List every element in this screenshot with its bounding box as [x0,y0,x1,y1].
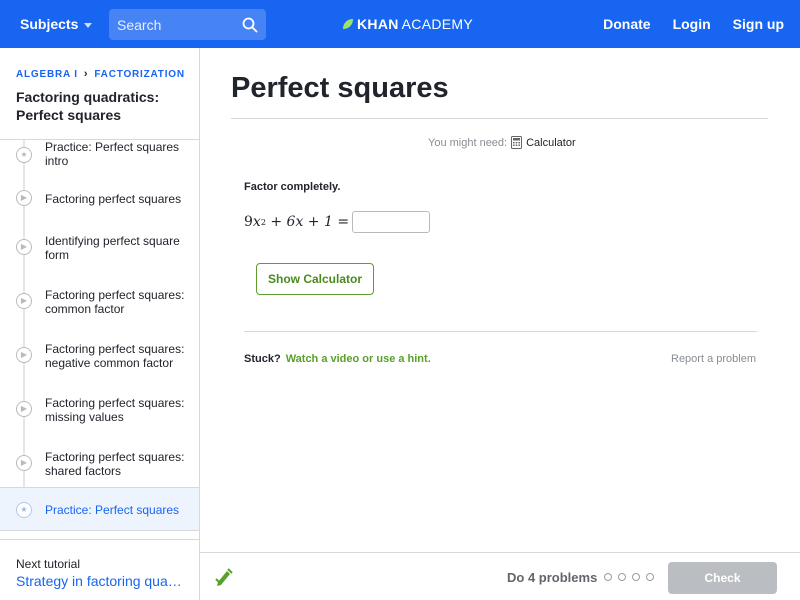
equation: 9x2 + 6x + 1 = [244,211,431,233]
sidebar-item-practice-perfect-squares[interactable]: ★ Practice: Perfect squares [0,487,199,531]
might-need-notice: You might need: Calculator [428,136,576,149]
next-tutorial-link[interactable]: Strategy in factoring quadratics [16,573,186,589]
play-icon: ▶ [16,239,32,255]
sidebar-item-label: Practice: Perfect squares intro [45,140,180,168]
login-link[interactable]: Login [673,16,711,32]
equation-rest: + 6x + 1 = [265,214,350,230]
play-icon: ▶ [16,401,32,417]
calculator-icon [511,136,523,149]
breadcrumb-algebra[interactable]: ALGEBRA I [16,69,78,80]
breadcrumb: ALGEBRA I › FACTORIZATION [16,68,185,80]
search-placeholder: Search [117,16,162,33]
next-tutorial-label: Next tutorial [16,557,81,571]
logo-academy: ACADEMY [401,16,473,32]
do-problems-label: Do 4 problems [507,570,598,585]
play-icon: ▶ [16,347,32,363]
tutorial-item-list: ★ Practice: Perfect squares intro ▶ Fact… [0,140,199,531]
subjects-label: Subjects [20,16,79,32]
chevron-right-icon: › [83,68,89,80]
signup-link[interactable]: Sign up [733,16,784,32]
calculator-link[interactable]: Calculator [526,137,576,149]
sidebar-item-label: Identifying perfect square form [45,234,180,262]
progress-dot [646,573,654,581]
progress-dots [604,573,654,581]
sidebar-item-label: Factoring perfect squares: shared factor… [45,450,185,478]
sidebar-item-practice-intro[interactable]: ★ Practice: Perfect squares intro [0,140,199,180]
question-prompt: Factor completely. [244,181,341,193]
equation-coef: 9 [244,214,253,230]
stuck-help: Stuck? Watch a video or use a hint. [244,353,431,365]
subjects-menu[interactable]: Subjects [20,16,93,32]
leaf-logo-icon [343,19,353,29]
chevron-down-icon [84,22,93,28]
star-icon: ★ [16,147,32,163]
tutorial-sidebar: ALGEBRA I › FACTORIZATION Factoring quad… [0,48,200,600]
might-need-label: You might need: [428,136,508,149]
logo-khan: KHAN [357,16,399,32]
play-icon: ▶ [16,455,32,471]
tutorial-title: Factoring quadratics: Perfect squares [16,89,160,123]
progress-dot [604,573,612,581]
page-title: Perfect squares [231,72,449,104]
sidebar-item-label: Practice: Perfect squares [45,503,180,517]
progress-dot [632,573,640,581]
sidebar-item-negative-common-factor[interactable]: ▶ Factoring perfect squares: negative co… [0,335,199,389]
report-problem-link[interactable]: Report a problem [671,353,756,365]
exercise-panel: Perfect squares You might need: Calculat… [200,48,800,552]
khan-academy-logo[interactable]: KHAN ACADEMY [342,16,473,32]
sidebar-item-label: Factoring perfect squares: common factor [45,288,185,316]
sidebar-item-shared-factors[interactable]: ▶ Factoring perfect squares: shared fact… [0,443,199,487]
hint-link[interactable]: Watch a video or use a hint. [286,353,431,365]
show-calculator-button[interactable]: Show Calculator [256,263,374,295]
exercise-footer: Do 4 problems Check [200,552,800,600]
search-icon[interactable] [242,17,258,33]
answer-input[interactable] [352,211,431,233]
sidebar-item-identifying-form[interactable]: ▶ Identifying perfect square form [0,227,199,281]
divider [0,539,199,540]
check-button[interactable]: Check [668,562,777,594]
progress-dot [618,573,626,581]
donate-link[interactable]: Donate [603,16,650,32]
sidebar-item-label: Factoring perfect squares [45,192,182,206]
sidebar-item-factoring-perfect-squares[interactable]: ▶ Factoring perfect squares [0,180,199,227]
search-input[interactable]: Search [109,9,266,40]
equation-var: x [252,214,261,230]
play-icon: ▶ [16,190,32,206]
sidebar-item-common-factor[interactable]: ▶ Factoring perfect squares: common fact… [0,281,199,335]
divider [231,118,768,119]
sidebar-item-label: Factoring perfect squares: negative comm… [45,342,185,370]
stuck-label: Stuck? [244,353,281,365]
star-icon: ★ [16,502,32,518]
divider [244,331,757,332]
scratchpad-pencil-icon[interactable] [214,567,234,587]
top-nav-bar: Subjects Search KHAN ACADEMY Donate Login… [0,0,800,48]
sidebar-item-missing-values[interactable]: ▶ Factoring perfect squares: missing val… [0,389,199,443]
nav-links: Donate Login Sign up [603,16,784,32]
play-icon: ▶ [16,293,32,309]
sidebar-item-label: Factoring perfect squares: missing value… [45,396,185,424]
breadcrumb-factorization[interactable]: FACTORIZATION [94,69,185,80]
